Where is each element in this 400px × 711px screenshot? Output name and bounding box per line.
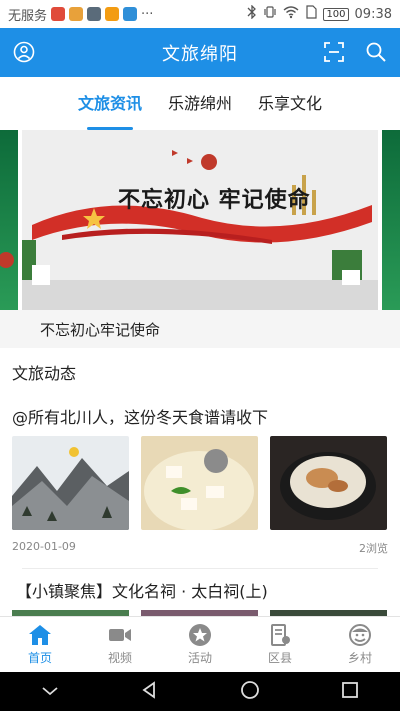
vibrate-icon [263,5,277,23]
status-right: 100 09:38 [247,4,392,23]
tab-travel[interactable]: 乐游绵州 [168,84,232,120]
collapse-icon[interactable] [41,682,59,701]
sim-icon [305,5,318,23]
status-left: 无服务 ··· [8,5,153,24]
nav-events[interactable]: 活动 [160,623,240,666]
nav-village-label: 乡村 [347,651,372,665]
home-icon [29,625,51,645]
status-bar: 无服务 ··· 100 09:38 [0,0,400,28]
village-icon [349,624,371,646]
tab-news[interactable]: 文旅资讯 [78,84,142,120]
profile-icon[interactable] [12,40,36,64]
back-icon[interactable] [140,680,158,703]
nav-video[interactable]: 视频 [80,623,160,666]
nav-village[interactable]: 乡村 [320,623,400,666]
article-date: 2020-01-09 [12,540,76,553]
nav-home[interactable]: 首页 [0,623,80,666]
home-button-icon[interactable] [240,680,260,704]
system-nav-bar [0,672,400,711]
nav-district-label: 区县 [267,651,292,665]
carrier-text: 无服务 [8,8,48,24]
page-title: 文旅绵阳 [162,43,238,65]
article-title[interactable]: @所有北川人，这份冬天食谱请收下 [12,404,268,428]
app-header: 文旅绵阳 [0,28,400,77]
banner-caption-bar: 不忘初心牢记使命 [0,310,400,348]
app-notification-icon-2 [87,7,102,21]
nav-home-label: 首页 [27,651,52,665]
wifi-icon [283,5,299,23]
tab-culture[interactable]: 乐享文化 [258,84,322,120]
nav-events-label: 活动 [187,651,212,665]
cloud-notification-icon [123,7,138,21]
video-icon [109,629,131,641]
district-icon [271,624,290,646]
banner-caption: 不忘初心牢记使命 [40,320,161,339]
star-icon [189,624,211,646]
divider [22,568,378,569]
thumbnail-tofu-dish[interactable] [141,436,258,530]
prev-slide-peek [0,130,18,310]
banner-image: 不忘初心 牢记使命 [22,130,378,310]
thumbnail-soup-pot[interactable] [270,436,387,530]
article-title-2[interactable]: 【小镇聚焦】文化名祠 · 太白祠(上) [16,578,268,602]
recents-icon[interactable] [341,681,359,703]
nav-video-label: 视频 [107,651,132,665]
battery-icon: 100 [323,7,349,21]
clock: 09:38 [354,6,392,22]
article-views: 2浏览 [359,542,388,555]
banner-carousel[interactable]: 不忘初心 牢记使命 [0,130,400,310]
article-meta: 2020-01-09 2浏览 [12,540,388,556]
more-notifications: ··· [141,6,154,22]
banner-artwork [22,130,378,310]
bluetooth-icon [247,4,257,23]
next-slide-peek [382,130,400,310]
bottom-nav: 首页 视频 活动 区县 乡村 [0,616,400,672]
map-notification-icon [69,7,84,21]
section-title: 文旅动态 [12,364,77,383]
video-notification-icon [105,7,120,21]
category-tabs: 文旅资讯 乐游绵州 乐享文化 [0,77,400,127]
search-icon[interactable] [364,40,388,64]
scan-icon[interactable] [322,40,346,64]
article-thumbnails[interactable] [12,436,388,530]
thumbnail-snow-mountain[interactable] [12,436,129,530]
battery-level: 100 [326,8,346,20]
app-notification-icon [51,7,66,21]
nav-district[interactable]: 区县 [240,623,320,666]
banner-slogan: 不忘初心 牢记使命 [118,188,311,213]
